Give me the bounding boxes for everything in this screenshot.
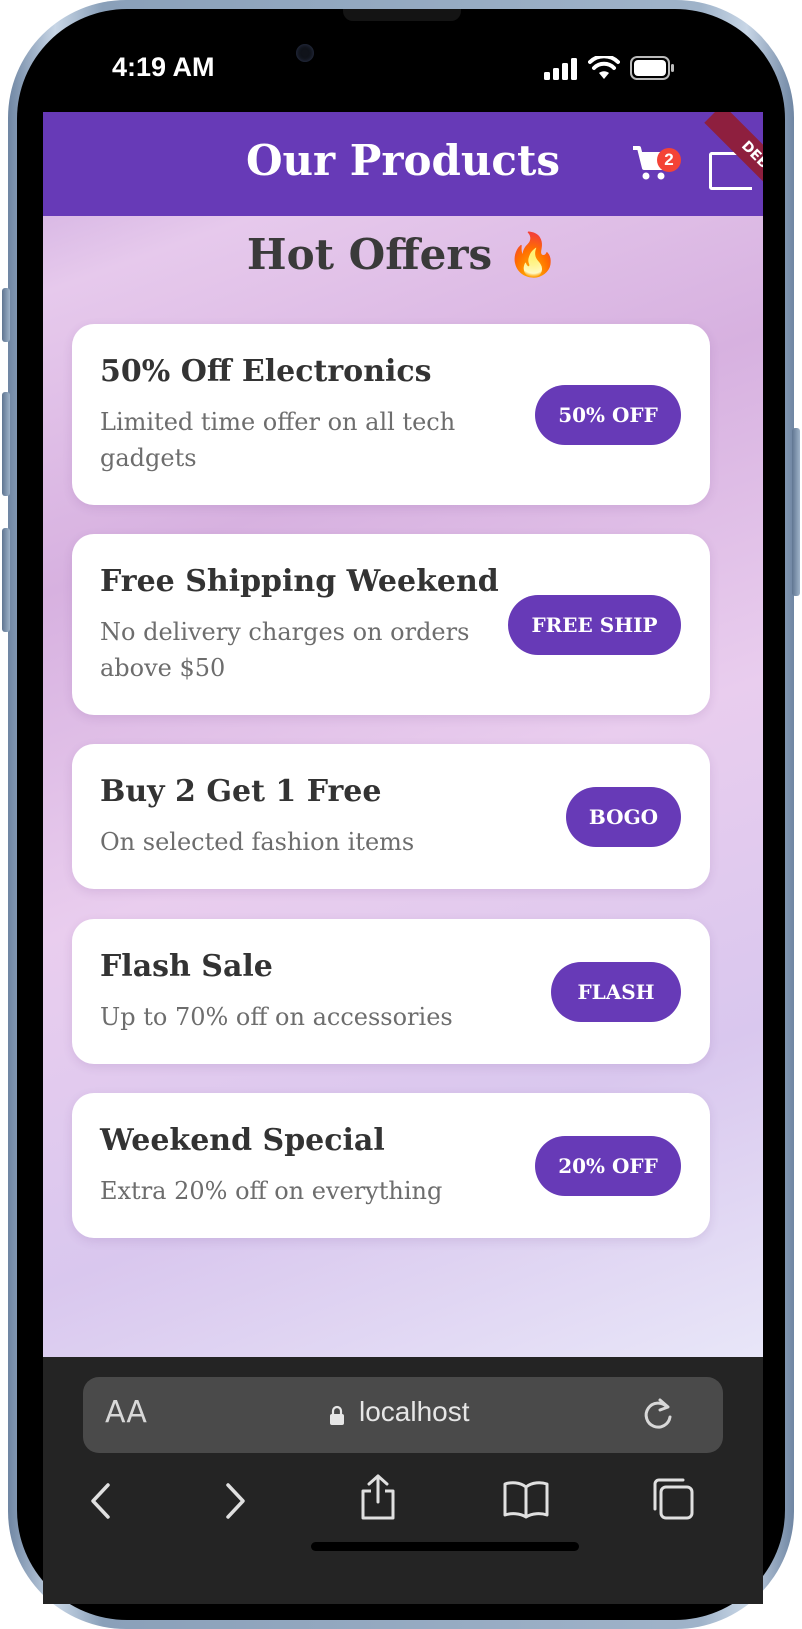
offer-title: Buy 2 Get 1 Free [100,774,382,809]
url-text[interactable]: localhost [359,1396,470,1428]
offer-badge-button[interactable]: FREE SHIP [508,595,681,655]
offer-title: Flash Sale [100,949,273,984]
app-content: Our Products 2 DEBUG Hot Offers 🔥 50% Of… [43,112,763,1357]
offer-badge-button[interactable]: FLASH [551,962,681,1022]
home-indicator [311,1542,579,1551]
offer-subtitle: Extra 20% off on everything [100,1177,443,1205]
offer-card[interactable]: Weekend Special Extra 20% off on everyth… [72,1093,710,1238]
speaker-notch [343,9,461,21]
offer-subtitle: Limited time offer on all tech gadgets [100,408,456,472]
volume-down-button [2,528,10,632]
battery-icon [630,56,674,80]
offer-title: 50% Off Electronics [100,354,432,389]
offer-subtitle: No delivery charges on orders above $50 [100,618,470,682]
browser-toolbar: AA localhost [43,1357,763,1604]
offer-card[interactable]: Buy 2 Get 1 Free On selected fashion ite… [72,744,710,889]
tabs-icon[interactable] [651,1477,695,1521]
back-icon[interactable] [89,1481,113,1521]
offer-title: Weekend Special [100,1123,385,1158]
offer-subtitle: On selected fashion items [100,828,415,856]
power-button [792,428,800,596]
cart-count-badge: 2 [657,148,681,172]
offer-badge-button[interactable]: 20% OFF [535,1136,681,1196]
share-icon[interactable] [359,1473,397,1521]
volume-up-button [2,392,10,496]
bookmarks-icon[interactable] [503,1479,549,1519]
offer-card[interactable]: Flash Sale Up to 70% off on accessories … [72,919,710,1064]
offer-badge-button[interactable]: BOGO [566,787,681,847]
front-camera [296,44,314,62]
page-heading: Hot Offers 🔥 [246,230,560,279]
forward-icon[interactable] [223,1481,247,1521]
app-bar: Our Products 2 DEBUG [43,112,763,222]
offer-subtitle: Up to 70% off on accessories [100,1003,453,1031]
offer-card[interactable]: 50% Off Electronics Limited time offer o… [72,324,710,505]
signal-icon [544,58,577,80]
offer-badge-button[interactable]: 50% OFF [535,385,681,445]
mute-switch [2,288,10,342]
offer-title: Free Shipping Weekend [100,564,499,599]
address-bar[interactable]: AA localhost [83,1377,723,1453]
status-time: 4:19 AM [112,52,215,82]
text-size-button[interactable]: AA [105,1395,147,1430]
reload-icon[interactable] [641,1395,675,1433]
wifi-icon [588,56,620,79]
lock-icon [330,1405,344,1425]
offer-card[interactable]: Free Shipping Weekend No delivery charge… [72,534,710,715]
